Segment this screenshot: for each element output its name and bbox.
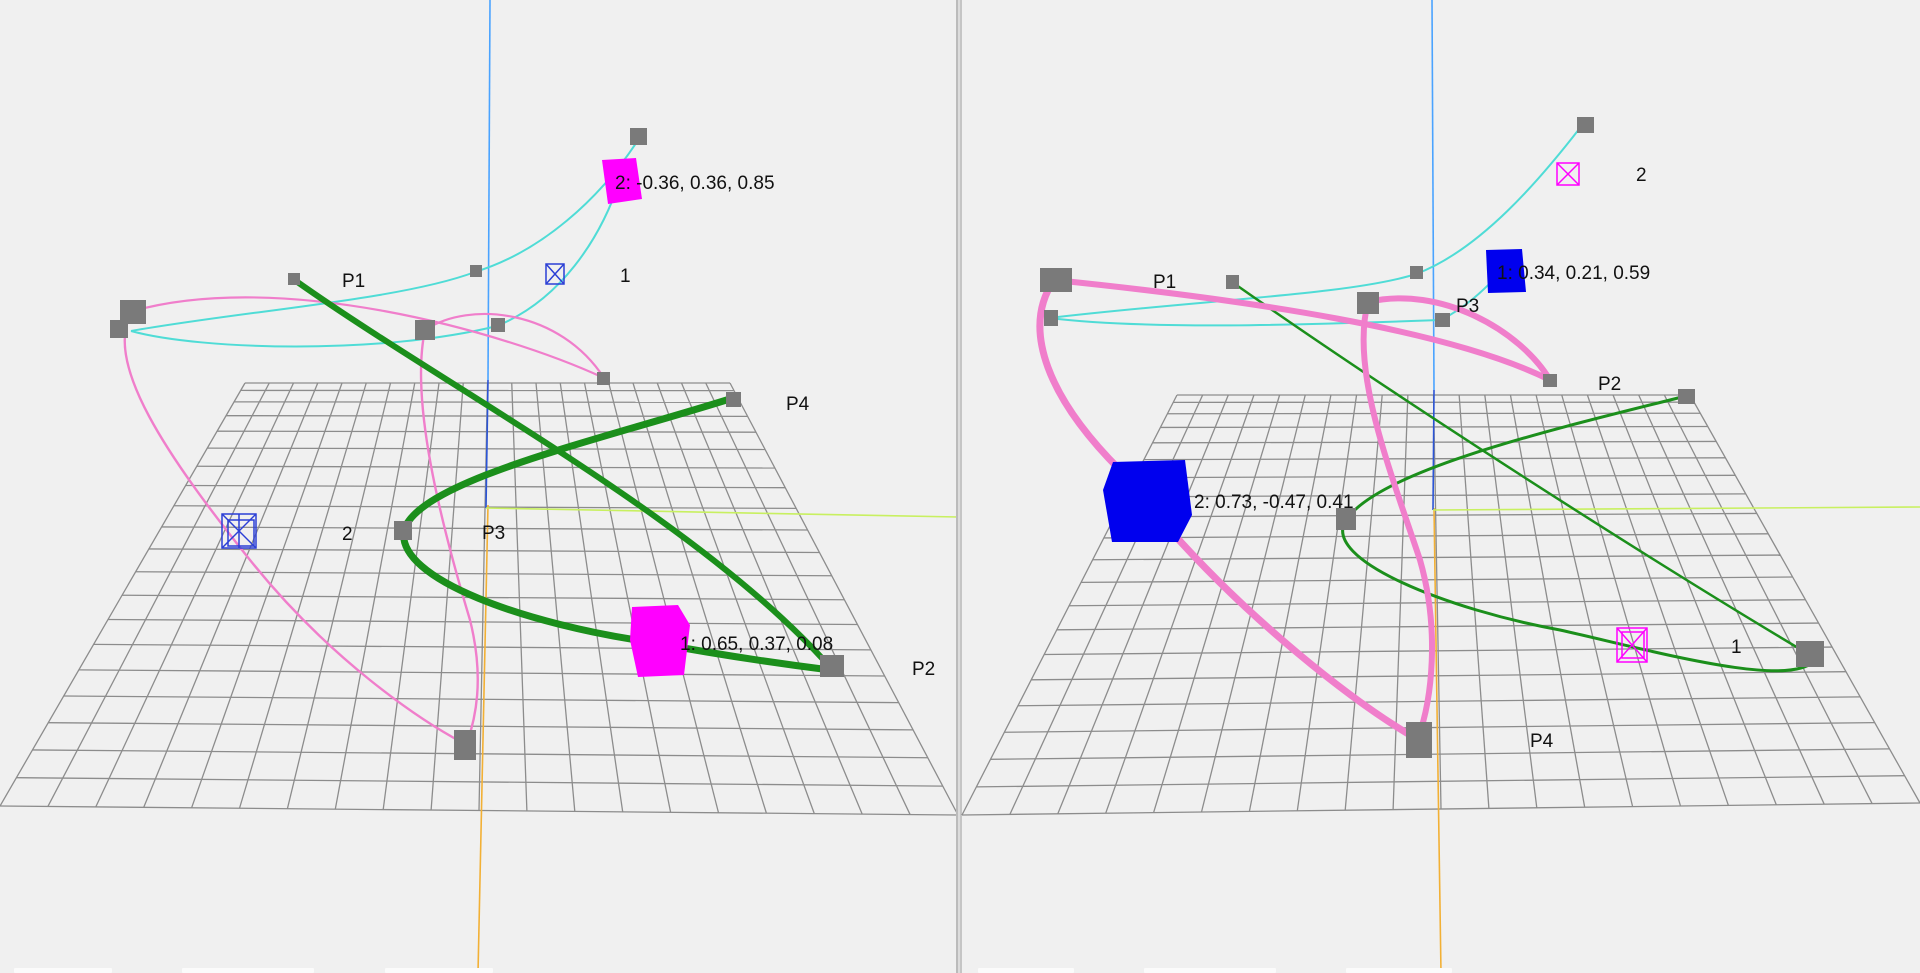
z-axis [1432,389,1435,511]
control-point[interactable] [1410,266,1423,279]
label-marker-2: 2 [1636,165,1647,186]
control-point[interactable] [491,318,505,332]
label-p4: P4 [786,394,810,415]
control-point[interactable] [1044,310,1058,326]
label-marker-2: 2 [342,524,353,545]
status-segment [14,968,112,973]
label-p4: P4 [1530,731,1554,752]
control-point[interactable] [1543,374,1557,387]
status-segment [1346,968,1452,973]
control-point[interactable] [630,128,647,145]
coordinate-readout-2: 2: -0.36, 0.36, 0.85 [615,173,775,194]
control-point[interactable] [1577,117,1594,133]
control-point[interactable] [415,320,435,340]
status-segment [978,968,1074,973]
control-point[interactable] [597,372,610,385]
control-point[interactable] [1357,292,1379,314]
control-point[interactable] [1226,275,1239,289]
control-point[interactable] [1435,313,1450,327]
status-segment [385,968,493,973]
label-p3: P3 [1456,296,1479,317]
status-segment [1144,968,1276,973]
control-point[interactable] [726,392,741,407]
label-marker-1: 1 [620,266,631,287]
status-segment [182,968,314,973]
coordinate-readout-2: 2: 0.73, -0.47, 0.41 [1194,492,1354,513]
coordinate-readout-1: 1: 0.34, 0.21, 0.59 [1497,263,1650,284]
marker-2-solid-cube[interactable] [1103,460,1192,542]
control-point[interactable] [1796,641,1824,667]
control-point[interactable] [1678,389,1695,404]
control-point[interactable] [288,273,300,285]
label-p2: P2 [1598,374,1621,395]
label-p1: P1 [342,271,365,292]
control-point[interactable] [470,265,482,277]
coordinate-readout-1: 1: 0.65, 0.37, 0.08 [680,634,833,655]
status-bar [0,966,1920,973]
label-marker-1: 1 [1731,637,1742,658]
control-point[interactable] [1040,268,1072,292]
control-point[interactable] [394,521,412,540]
label-p3: P3 [482,523,505,544]
label-p2: P2 [912,659,935,680]
viewport-3d-scene[interactable]: P1 P2 P3 P4 1 2 1: 0.65, 0.37, 0.08 2: -… [0,0,1920,973]
control-point[interactable] [454,730,476,760]
control-point[interactable] [110,320,128,338]
control-point[interactable] [820,655,844,677]
control-point[interactable] [1406,722,1432,758]
label-p1: P1 [1153,272,1176,293]
